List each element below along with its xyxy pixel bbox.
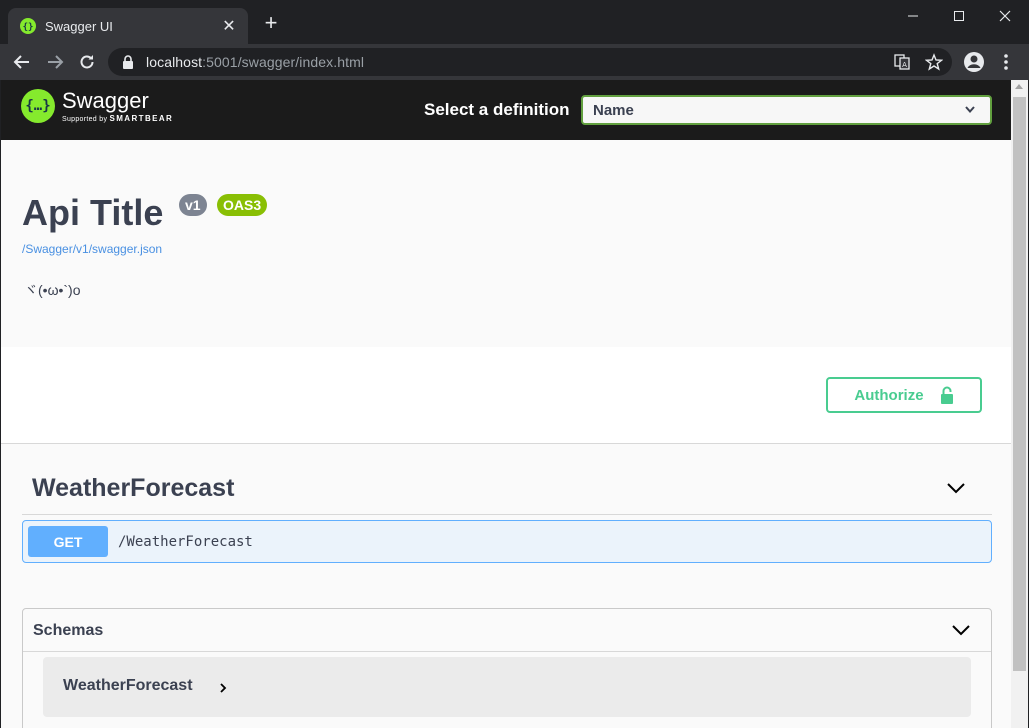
chevron-down-icon[interactable]: [946, 482, 966, 494]
minimize-icon[interactable]: [890, 4, 936, 28]
browser-tabstrip: {} Swagger UI ✕ +: [0, 0, 1029, 44]
translate-icon[interactable]: A: [890, 50, 914, 74]
authorize-button[interactable]: Authorize: [826, 377, 982, 413]
reload-icon[interactable]: [75, 50, 99, 74]
scheme-container: Authorize: [1, 347, 1012, 444]
unlocked-icon: [940, 386, 953, 404]
model-name: WeatherForecast: [63, 677, 193, 694]
logo-name: Swagger: [62, 88, 149, 113]
definition-label: Select a definition: [424, 100, 570, 119]
browser-tab[interactable]: {} Swagger UI ✕: [8, 8, 248, 44]
lock-icon: [123, 55, 133, 69]
svg-text:A: A: [902, 61, 907, 69]
schemas-title: Schemas: [33, 622, 104, 639]
chevron-right-icon: [220, 683, 227, 693]
swagger-topbar: {…} Swagger Supported by SMARTBEAR Selec…: [1, 80, 1012, 140]
logo-subtitle: Supported by SMARTBEAR: [62, 114, 174, 123]
oas-badge: OAS3: [217, 194, 268, 216]
model-item[interactable]: WeatherForecast: [43, 657, 971, 717]
browser-menu-icon[interactable]: [994, 50, 1018, 74]
api-description: ヾ(•ω•`)o: [24, 282, 81, 298]
forward-icon[interactable]: [43, 50, 67, 74]
vertical-scrollbar[interactable]: [1011, 80, 1028, 728]
scrollbar-thumb[interactable]: [1013, 97, 1026, 671]
svg-text:{}: {}: [23, 23, 34, 33]
url-text: localhost:5001/swagger/index.html: [146, 54, 365, 70]
address-bar[interactable]: localhost:5001/swagger/index.html: [108, 48, 952, 76]
browser-toolbar: localhost:5001/swagger/index.html A: [0, 44, 1029, 80]
scroll-up-arrow-icon[interactable]: [1015, 84, 1023, 89]
back-icon[interactable]: [10, 50, 34, 74]
tab-close-icon[interactable]: ✕: [220, 16, 238, 36]
schemas-header[interactable]: Schemas: [23, 609, 991, 652]
http-method-badge: GET: [28, 526, 108, 557]
operation-get-weatherforecast[interactable]: GET /WeatherForecast: [22, 520, 992, 563]
tag-name: WeatherForecast: [32, 474, 235, 502]
window-close-icon[interactable]: [982, 4, 1028, 28]
definition-selected-value: Name: [593, 101, 634, 119]
api-info: Api Title v1 OAS3 /Swagger/v1/swagger.js…: [1, 140, 1012, 347]
bookmark-star-icon[interactable]: [922, 50, 946, 74]
page-viewport: {…} Swagger Supported by SMARTBEAR Selec…: [0, 80, 1029, 728]
profile-avatar-icon[interactable]: [962, 50, 986, 74]
maximize-icon[interactable]: [936, 4, 982, 28]
tag-section-header[interactable]: WeatherForecast: [22, 464, 992, 515]
operation-path: /WeatherForecast: [118, 534, 253, 550]
spec-url-link[interactable]: /Swagger/v1/swagger.json: [22, 242, 162, 256]
chevron-down-icon: [965, 106, 975, 114]
version-badge: v1: [179, 194, 207, 216]
chevron-down-icon[interactable]: [951, 624, 971, 636]
new-tab-icon[interactable]: +: [260, 12, 282, 34]
tab-title: Swagger UI: [45, 18, 113, 34]
api-title: Api Title: [22, 192, 164, 233]
swagger-favicon-icon: {}: [20, 18, 36, 34]
swagger-logo-icon: {…}: [21, 89, 55, 123]
authorize-label: Authorize: [854, 386, 924, 404]
swagger-logo[interactable]: {…} Swagger Supported by SMARTBEAR: [21, 89, 173, 123]
definition-select[interactable]: Name: [581, 95, 992, 125]
schemas-section: Schemas WeatherForecast: [22, 608, 992, 728]
